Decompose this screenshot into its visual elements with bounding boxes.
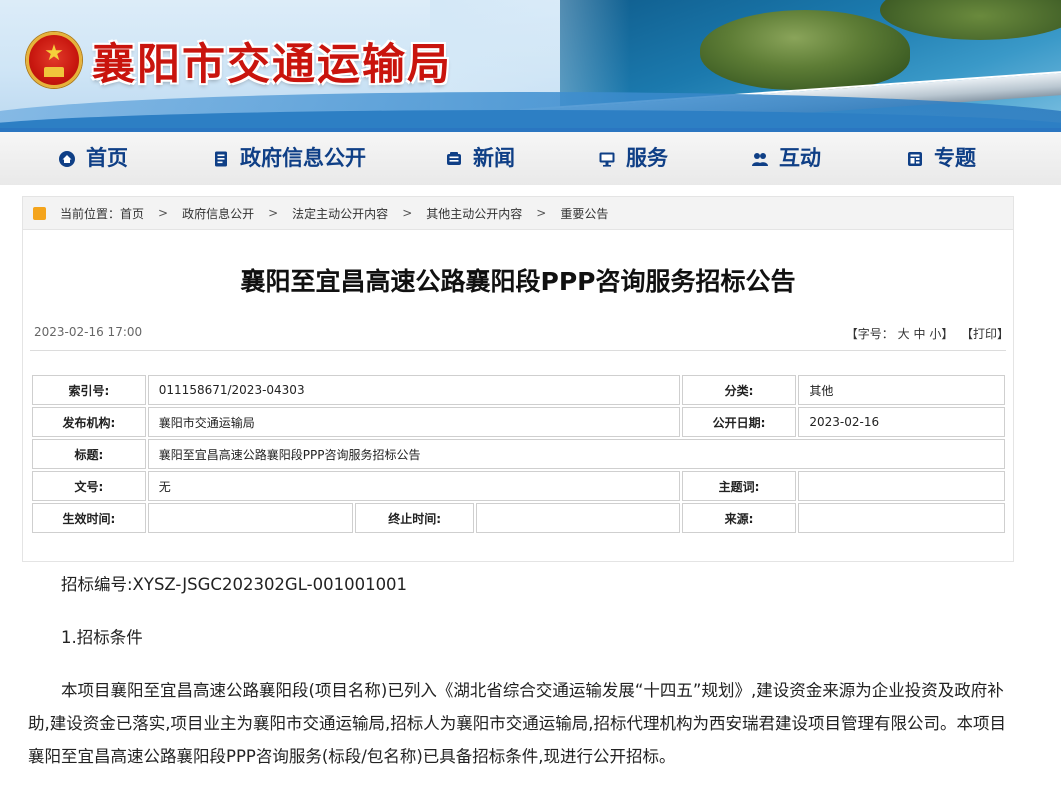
breadcrumb-link-home[interactable]: 首页 [120, 205, 144, 222]
breadcrumb-separator: > [536, 206, 547, 220]
news-icon [447, 151, 461, 165]
article-datetime: 2023-02-16 17:00 [34, 325, 143, 339]
source-label: 来源: [681, 503, 797, 533]
article-title: 襄阳至宜昌高速公路襄阳段PPP咨询服务招标公告 [240, 267, 796, 296]
doc-no-label: 文号: [32, 471, 146, 501]
end-value [476, 503, 680, 533]
end-label: 终止时间: [355, 503, 475, 533]
nav-item-news[interactable]: 新闻 [445, 132, 515, 185]
open-date-value: 2023-02-16 [798, 407, 1005, 437]
article-tools: 【字号： 大 中 小】 【打印】 [846, 325, 1009, 342]
nav-label: 政府信息公开 [240, 146, 366, 170]
nav-item-interact[interactable]: 互动 [751, 132, 821, 185]
effective-label: 生效时间: [32, 503, 146, 533]
nav-item-service[interactable]: 服务 [598, 132, 668, 185]
breadcrumb-separator: > [268, 206, 279, 220]
effective-value [147, 503, 354, 533]
subject-value [798, 471, 1005, 501]
breadcrumb-separator: > [158, 206, 169, 220]
breadcrumb-link-other[interactable]: 其他主动公开内容 [426, 205, 522, 222]
page: ★ 襄阳市交通运输局 首页 政府信息公开 新闻 服务 互动 专题 当前位置： 首… [0, 0, 1061, 797]
table-row: 生效时间: 终止时间: 来源: [32, 503, 1005, 533]
publisher-value: 襄阳市交通运输局 [147, 407, 680, 437]
home-icon [59, 150, 75, 167]
nav-item-topic[interactable]: 专题 [906, 132, 976, 185]
breadcrumb-separator: > [402, 206, 413, 220]
divider [30, 350, 1006, 351]
table-row: 标题: 襄阳至宜昌高速公路襄阳段PPP咨询服务招标公告 [32, 439, 1005, 469]
document-info-table: 索引号: 011158671/2023-04303 分类: 其他 发布机构: 襄… [30, 373, 1007, 535]
subject-label: 主题词: [681, 471, 797, 501]
paragraph-tender-number: 招标编号:XYSZ-JSGC202302GL-001001001 [61, 575, 408, 594]
open-date-label: 公开日期: [681, 407, 797, 437]
title-value: 襄阳至宜昌高速公路襄阳段PPP咨询服务招标公告 [147, 439, 1005, 469]
banner-island [700, 10, 910, 90]
breadcrumb-link-important[interactable]: 重要公告 [560, 205, 608, 222]
font-size-label: 【字号： [845, 327, 894, 341]
nav-label: 专题 [934, 146, 976, 170]
article-body: 招标编号:XYSZ-JSGC202302GL-001001001 1.招标条件 … [28, 568, 1008, 793]
emblem-gate [44, 67, 64, 77]
index-value: 011158671/2023-04303 [147, 375, 680, 405]
breadcrumb: 当前位置： 首页 > 政府信息公开 > 法定主动公开内容 > 其他主动公开内容 … [22, 196, 1014, 230]
nav-label: 互动 [779, 146, 821, 170]
chat-icon [752, 152, 768, 166]
nav-label: 新闻 [473, 146, 515, 170]
table-row: 索引号: 011158671/2023-04303 分类: 其他 [32, 375, 1005, 405]
emblem-star: ★ [44, 41, 64, 66]
monitor-icon [599, 152, 615, 167]
nav-label: 服务 [626, 146, 668, 170]
table-row: 文号: 无 主题词: [32, 471, 1005, 501]
nav-label: 首页 [86, 146, 128, 170]
publisher-label: 发布机构: [32, 407, 146, 437]
font-large-button[interactable]: 大 [898, 327, 910, 341]
paragraph-section-heading: 1.招标条件 [61, 628, 143, 647]
font-small-button[interactable]: 小 [929, 327, 941, 341]
table-row: 发布机构: 襄阳市交通运输局 公开日期: 2023-02-16 [32, 407, 1005, 437]
nav-item-gov-info[interactable]: 政府信息公开 [212, 132, 366, 185]
site-title[interactable]: 襄阳市交通运输局 [92, 30, 452, 92]
national-emblem-icon[interactable]: ★ [26, 32, 82, 88]
category-label: 分类: [681, 375, 797, 405]
index-label: 索引号: [32, 375, 146, 405]
location-icon [33, 206, 46, 220]
font-medium-button[interactable]: 中 [913, 327, 925, 341]
main-nav: 首页 政府信息公开 新闻 服务 互动 专题 [0, 128, 1061, 185]
topic-icon [908, 151, 922, 166]
header-banner: ★ 襄阳市交通运输局 [0, 0, 1061, 128]
print-button[interactable]: 【打印】 [961, 327, 1009, 341]
paragraph-tender-conditions: 本项目襄阳至宜昌高速公路襄阳段(项目名称)已列入《湖北省综合交通运输发展“十四五… [28, 681, 1006, 766]
title-label: 标题: [32, 439, 146, 469]
font-size-close: 】 [941, 327, 954, 341]
source-value [798, 503, 1005, 533]
doc-no-value: 无 [147, 471, 680, 501]
nav-item-home[interactable]: 首页 [58, 132, 128, 185]
breadcrumb-prefix: 当前位置： [60, 206, 121, 221]
breadcrumb-link-statutory[interactable]: 法定主动公开内容 [292, 205, 388, 222]
breadcrumb-link-gov-info[interactable]: 政府信息公开 [182, 205, 254, 222]
document-icon [215, 151, 227, 166]
category-value: 其他 [798, 375, 1005, 405]
